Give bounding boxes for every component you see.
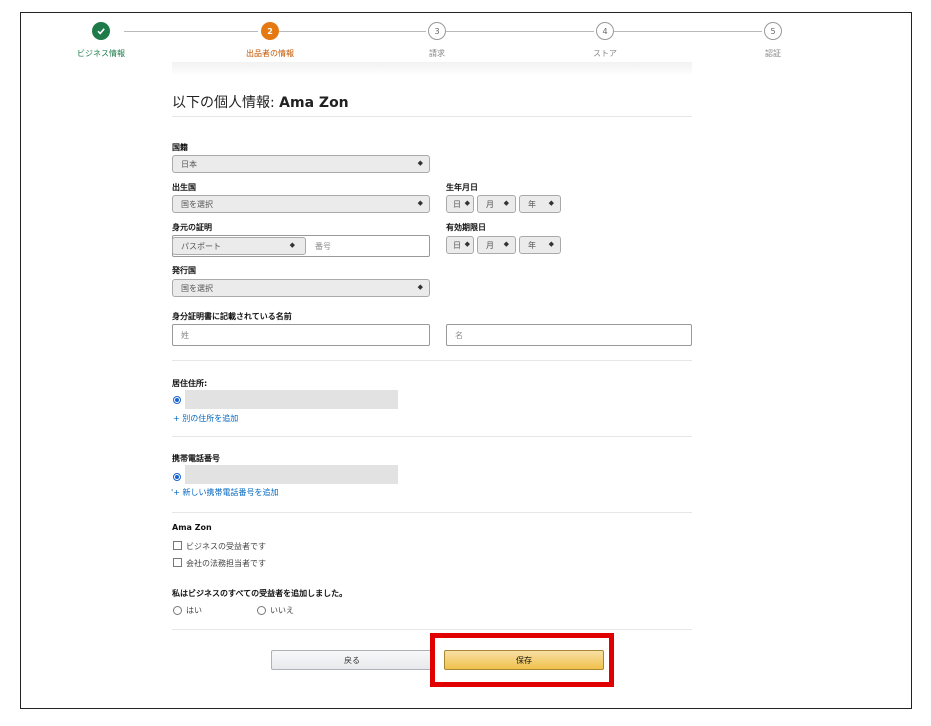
page-title: 以下の個人情報: Ama Zon	[172, 92, 349, 112]
step-5-label: 認証	[765, 49, 781, 58]
no-radio[interactable]	[257, 606, 266, 615]
select-arrow-icon: ◆	[417, 283, 423, 291]
birth-country-label: 出生国	[172, 183, 196, 192]
select-arrow-icon: ◆	[417, 199, 423, 207]
beneficiary-option-label: ビジネスの受益者です	[186, 542, 266, 551]
select-arrow-icon: ◆	[548, 240, 554, 248]
select-arrow-icon: ◆	[464, 199, 470, 207]
residence-radio[interactable]	[173, 396, 181, 404]
first-name-placeholder: 名	[455, 330, 463, 340]
expiry-year-value: 年	[528, 240, 536, 250]
mobile-number-redacted	[185, 465, 398, 484]
step-1-check-icon	[92, 22, 110, 40]
select-arrow-icon: ◆	[503, 199, 509, 207]
last-name-placeholder: 姓	[181, 330, 189, 340]
stepper-line	[124, 31, 258, 32]
residence-address-redacted	[185, 390, 398, 409]
page-title-name: Ama Zon	[279, 95, 349, 111]
birth-day-select[interactable]: 日 ◆	[446, 195, 474, 213]
page-title-prefix: 以下の個人情報:	[172, 95, 280, 111]
yes-radio[interactable]	[173, 606, 182, 615]
step-4-label: ストア	[593, 49, 617, 58]
birth-country-value: 国を選択	[181, 199, 213, 209]
expiry-day-select[interactable]: 日 ◆	[446, 236, 474, 254]
add-mobile-link[interactable]: '+ 新しい携帯電話番号を追加	[171, 487, 278, 498]
legal-rep-option-label: 会社の法務担当者です	[186, 559, 266, 568]
add-address-link[interactable]: + 別の住所を追加	[173, 413, 238, 424]
stepper-line	[446, 31, 594, 32]
birth-year-value: 年	[528, 199, 536, 209]
birth-day-value: 日	[453, 199, 461, 209]
divider	[172, 436, 692, 437]
issuing-country-value: 国を選択	[181, 283, 213, 293]
nationality-label: 国籍	[172, 143, 188, 152]
select-arrow-icon: ◆	[464, 240, 470, 248]
birth-date-label: 生年月日	[446, 183, 478, 192]
nationality-select[interactable]: 日本 ◆	[172, 155, 430, 173]
last-name-input[interactable]: 姓	[172, 324, 430, 346]
step-2-circle: 2	[261, 22, 279, 40]
step-3-circle: 3	[428, 22, 446, 40]
step-2-label: 出品者の情報	[246, 49, 294, 58]
issuing-country-select[interactable]: 国を選択 ◆	[172, 279, 430, 297]
back-button-label: 戻る	[344, 655, 360, 665]
step-4-circle: 4	[596, 22, 614, 40]
legal-rep-checkbox[interactable]	[173, 558, 182, 567]
expiry-date-label: 有効期限日	[446, 223, 486, 232]
id-type-select[interactable]: パスポート ◆	[172, 237, 306, 255]
yes-label: はい	[186, 606, 202, 615]
expiry-month-select[interactable]: 月 ◆	[477, 236, 516, 254]
birth-month-select[interactable]: 月 ◆	[477, 195, 516, 213]
expiry-year-select[interactable]: 年 ◆	[519, 236, 561, 254]
issuing-country-label: 発行国	[172, 266, 196, 275]
step-3-label: 請求	[429, 49, 445, 58]
residence-label: 居住住所:	[172, 379, 208, 388]
mobile-radio[interactable]	[173, 473, 181, 481]
beneficiary-checkbox[interactable]	[173, 541, 182, 550]
first-name-input[interactable]: 名	[446, 324, 692, 346]
id-type-value: パスポート	[181, 241, 221, 251]
beneficiary-name: Ama Zon	[172, 523, 212, 532]
step-5-circle: 5	[764, 22, 782, 40]
id-name-label: 身分証明書に記載されている名前	[172, 312, 292, 321]
divider	[172, 512, 692, 513]
mobile-label: 携帯電話番号	[172, 454, 220, 463]
step-1-label: ビジネス情報	[77, 49, 125, 58]
id-proof-label: 身元の証明	[172, 223, 212, 232]
birth-year-select[interactable]: 年 ◆	[519, 195, 561, 213]
expiry-day-value: 日	[453, 240, 461, 250]
birth-country-select[interactable]: 国を選択 ◆	[172, 195, 430, 213]
stepper-line	[278, 31, 426, 32]
id-number-placeholder: 番号	[315, 241, 331, 251]
stepper-line	[614, 31, 762, 32]
divider	[172, 116, 692, 117]
select-arrow-icon: ◆	[417, 159, 423, 167]
save-highlight-box	[430, 633, 614, 687]
section-shadow	[172, 62, 692, 76]
back-button[interactable]: 戻る	[271, 650, 433, 670]
birth-month-value: 月	[486, 199, 494, 209]
divider	[172, 360, 692, 361]
nationality-value: 日本	[181, 159, 197, 169]
no-label: いいえ	[270, 606, 294, 615]
select-arrow-icon: ◆	[548, 199, 554, 207]
expiry-month-value: 月	[486, 240, 494, 250]
divider	[172, 629, 692, 630]
select-arrow-icon: ◆	[289, 241, 295, 249]
select-arrow-icon: ◆	[503, 240, 509, 248]
all-added-label: 私はビジネスのすべての受益者を追加しました。	[172, 589, 348, 598]
